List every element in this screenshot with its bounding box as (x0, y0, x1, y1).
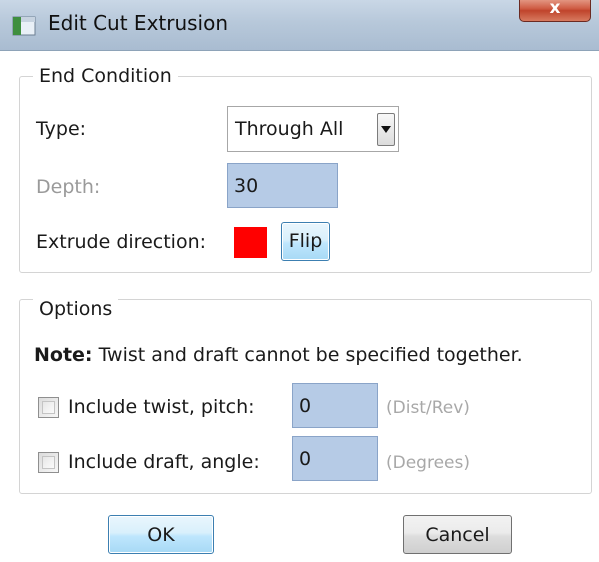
draft-unit-label: (Degrees) (386, 453, 470, 473)
cancel-button-label: Cancel (425, 524, 490, 546)
draft-angle-input[interactable] (292, 436, 378, 481)
type-dropdown-button[interactable] (377, 113, 395, 146)
ok-button[interactable]: OK (108, 515, 214, 554)
flip-button-label: Flip (288, 230, 323, 252)
depth-label: Depth: (36, 176, 101, 198)
include-draft-label[interactable]: Include draft, angle: (68, 450, 260, 474)
options-note: Note: Twist and draft cannot be specifie… (34, 343, 523, 367)
include-twist-checkbox[interactable] (38, 397, 59, 418)
twist-unit-label: (Dist/Rev) (386, 398, 470, 418)
close-button[interactable]: x (519, 0, 591, 22)
type-select-value: Through All (235, 118, 344, 140)
twist-pitch-input[interactable] (292, 383, 378, 428)
type-select[interactable]: Through All (227, 106, 399, 152)
ok-button-label: OK (147, 524, 175, 546)
note-prefix: Note: (34, 344, 93, 366)
flip-button[interactable]: Flip (281, 222, 330, 261)
chevron-down-icon (381, 126, 391, 133)
include-twist-label[interactable]: Include twist, pitch: (68, 395, 255, 419)
end-condition-legend: End Condition (33, 64, 178, 88)
close-icon: x (549, 0, 561, 18)
extrude-direction-label: Extrude direction: (36, 231, 207, 253)
type-label: Type: (36, 118, 87, 140)
direction-color-swatch (234, 227, 267, 258)
window-title: Edit Cut Extrusion (48, 11, 229, 35)
edit-cut-extrusion-dialog: Edit Cut Extrusion x End Condition Type:… (0, 0, 599, 562)
include-draft-checkbox[interactable] (38, 452, 59, 473)
options-legend: Options (33, 297, 119, 321)
app-window-icon (12, 16, 36, 36)
title-bar[interactable]: Edit Cut Extrusion x (0, 0, 599, 51)
depth-input[interactable] (227, 163, 338, 208)
note-text: Twist and draft cannot be specified toge… (98, 344, 523, 366)
cancel-button[interactable]: Cancel (403, 515, 512, 554)
